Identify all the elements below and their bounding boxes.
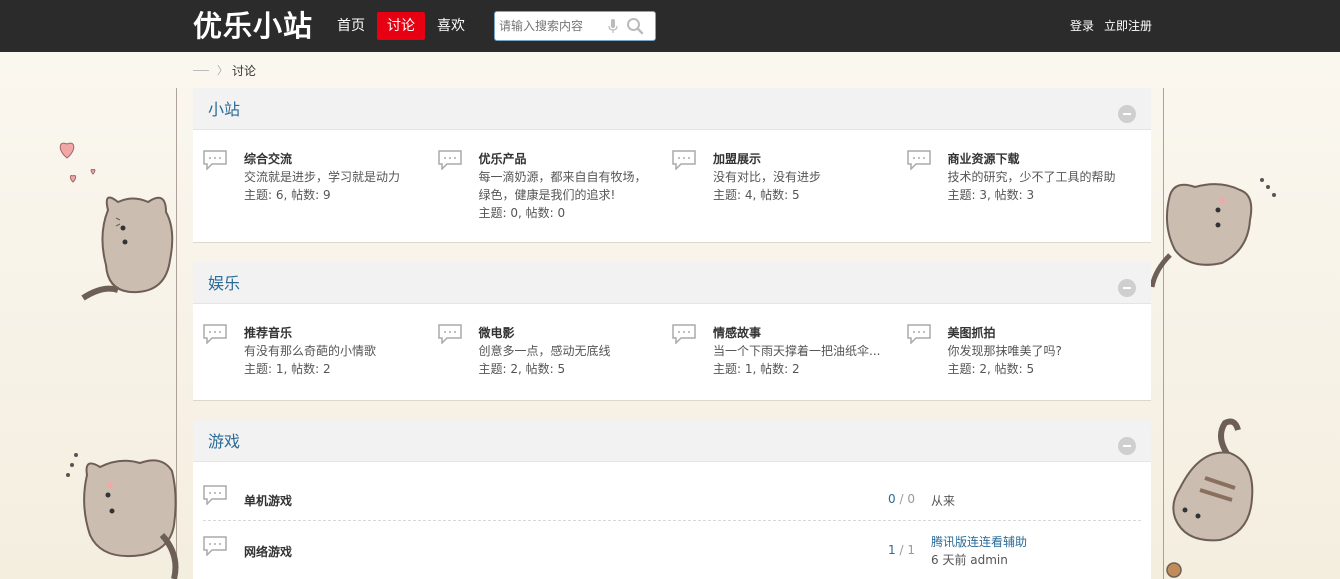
cat-right-bottom-illustration xyxy=(1166,418,1254,578)
forum-comment-icon xyxy=(203,485,227,505)
forum-index: 小站 综合交流 交流就是进步，学习就是动力 主题: 6, 帖数: 9 优乐产品 … xyxy=(193,88,1151,579)
last-post: 从来 xyxy=(931,494,956,508)
forum-comment-icon xyxy=(203,324,227,344)
search-box xyxy=(494,11,656,41)
category-title[interactable]: 小站 xyxy=(208,96,240,120)
forum-item[interactable]: 美图抓拍 你发现那抹唯美了吗? 主题: 2, 帖数: 5 xyxy=(897,322,1132,398)
forum-comment-icon xyxy=(437,324,462,344)
forum-row[interactable]: 单机游戏 0 / 0 从来 xyxy=(203,470,1141,520)
forum-description: 没有对比，没有进步 xyxy=(713,170,822,184)
forum-stats: 主题: 2, 帖数: 5 xyxy=(478,362,566,376)
collapse-icon[interactable] xyxy=(1118,279,1136,297)
post-count: 1 xyxy=(907,543,915,557)
cat-right-top-illustration xyxy=(1150,178,1276,288)
last-post: 腾讯版连连看辅助 6 天前 admin xyxy=(931,533,1027,569)
home-icon[interactable] xyxy=(193,69,209,71)
category-section: 游戏 单机游戏 0 / 0 从来 网络游戏 1 / 1 腾讯版连连看辅助 6 天… xyxy=(193,420,1151,579)
forum-comment-icon xyxy=(437,150,462,170)
forum-name[interactable]: 情感故事 xyxy=(713,324,897,342)
top-navigation-bar: 优乐小站 首页 讨论 喜欢 登录 立即注册 xyxy=(0,0,1340,52)
category-header: 小站 xyxy=(193,88,1151,130)
breadcrumb-separator-icon: 〉 xyxy=(217,64,228,77)
category-title[interactable]: 娱乐 xyxy=(208,270,240,294)
nav-home[interactable]: 首页 xyxy=(327,12,375,40)
forum-item[interactable]: 综合交流 交流就是进步，学习就是动力 主题: 6, 帖数: 9 xyxy=(193,148,428,242)
category-section: 娱乐 推荐音乐 有没有那么奇葩的小情歌 主题: 1, 帖数: 2 微电影 创意多… xyxy=(193,262,1151,400)
auth-links: 登录 立即注册 xyxy=(1070,17,1152,34)
register-link[interactable]: 立即注册 xyxy=(1104,17,1152,34)
thread-count: 0 xyxy=(888,492,896,506)
forum-comment-icon xyxy=(672,324,696,344)
forum-description: 你发现那抹唯美了吗? xyxy=(947,344,1062,358)
forum-description: 每一滴奶源，都来自自有牧场，绿色，健康是我们的追求! xyxy=(478,170,647,202)
forum-description: 技术的研究，少不了工具的帮助 xyxy=(947,170,1116,184)
forum-comment-icon xyxy=(906,324,931,344)
forum-comment-icon xyxy=(203,536,227,556)
breadcrumb: 〉 讨论 xyxy=(193,62,256,78)
forum-item[interactable]: 商业资源下载 技术的研究，少不了工具的帮助 主题: 3, 帖数: 3 xyxy=(897,148,1132,242)
main-nav: 首页 讨论 喜欢 xyxy=(327,12,477,40)
forum-name[interactable]: 美图抓拍 xyxy=(948,324,1132,342)
forum-list: 单机游戏 0 / 0 从来 网络游戏 1 / 1 腾讯版连连看辅助 6 天前 a… xyxy=(193,462,1151,570)
forum-comment-icon xyxy=(906,150,931,170)
forum-stats: 主题: 6, 帖数: 9 xyxy=(244,188,331,202)
forum-item[interactable]: 推荐音乐 有没有那么奇葩的小情歌 主题: 1, 帖数: 2 xyxy=(193,322,428,398)
forum-item[interactable]: 情感故事 当一个下雨天撑着一把油纸伞... 主题: 1, 帖数: 2 xyxy=(662,322,897,398)
forum-description: 创意多一点，感动无底线 xyxy=(478,344,611,358)
forum-name[interactable]: 推荐音乐 xyxy=(244,324,428,342)
last-post-meta: 6 天前 admin xyxy=(931,553,1008,567)
search-icon[interactable] xyxy=(626,17,644,35)
forum-name[interactable]: 优乐产品 xyxy=(479,150,663,168)
forum-grid: 推荐音乐 有没有那么奇葩的小情歌 主题: 1, 帖数: 2 微电影 创意多一点，… xyxy=(193,304,1151,398)
forum-row[interactable]: 网络游戏 1 / 1 腾讯版连连看辅助 6 天前 admin xyxy=(203,520,1141,570)
collapse-icon[interactable] xyxy=(1118,105,1136,123)
forum-stats: 主题: 1, 帖数: 2 xyxy=(244,362,331,376)
post-count: 0 xyxy=(907,492,915,506)
breadcrumb-current: 讨论 xyxy=(232,63,257,78)
forum-description: 交流就是进步，学习就是动力 xyxy=(244,170,401,184)
forum-comment-icon xyxy=(203,150,227,170)
forum-name[interactable]: 网络游戏 xyxy=(244,543,292,560)
thread-count: 1 xyxy=(888,543,896,557)
forum-stats: 主题: 0, 帖数: 0 xyxy=(478,206,566,220)
forum-counts: 1 / 1 xyxy=(888,543,915,557)
forum-comment-icon xyxy=(672,150,696,170)
forum-counts: 0 / 0 xyxy=(888,492,915,506)
nav-likes[interactable]: 喜欢 xyxy=(427,12,475,40)
forum-name[interactable]: 单机游戏 xyxy=(244,492,292,509)
cat-left-top-illustration xyxy=(81,196,174,301)
forum-item[interactable]: 优乐产品 每一滴奶源，都来自自有牧场，绿色，健康是我们的追求! 主题: 0, 帖… xyxy=(428,148,663,242)
forum-description: 有没有那么奇葩的小情歌 xyxy=(244,344,377,358)
cat-left-bottom-illustration xyxy=(66,453,179,579)
forum-name[interactable]: 综合交流 xyxy=(244,150,428,168)
forum-grid: 综合交流 交流就是进步，学习就是动力 主题: 6, 帖数: 9 优乐产品 每一滴… xyxy=(193,130,1151,242)
forum-name[interactable]: 加盟展示 xyxy=(713,150,897,168)
last-post-link[interactable]: 腾讯版连连看辅助 xyxy=(931,533,1027,551)
category-header: 游戏 xyxy=(193,420,1151,462)
forum-stats: 主题: 2, 帖数: 5 xyxy=(947,362,1035,376)
category-section: 小站 综合交流 交流就是进步，学习就是动力 主题: 6, 帖数: 9 优乐产品 … xyxy=(193,88,1151,242)
nav-discussion[interactable]: 讨论 xyxy=(377,12,425,40)
forum-item[interactable]: 微电影 创意多一点，感动无底线 主题: 2, 帖数: 5 xyxy=(428,322,663,398)
category-header: 娱乐 xyxy=(193,262,1151,304)
category-title[interactable]: 游戏 xyxy=(208,428,240,452)
forum-item[interactable]: 加盟展示 没有对比，没有进步 主题: 4, 帖数: 5 xyxy=(662,148,897,242)
forum-stats: 主题: 1, 帖数: 2 xyxy=(713,362,800,376)
site-logo[interactable]: 优乐小站 xyxy=(193,8,313,44)
search-input[interactable] xyxy=(499,17,605,35)
forum-description: 当一个下雨天撑着一把油纸伞... xyxy=(713,344,881,358)
forum-stats: 主题: 3, 帖数: 3 xyxy=(947,188,1035,202)
forum-name[interactable]: 商业资源下载 xyxy=(948,150,1132,168)
forum-name[interactable]: 微电影 xyxy=(479,324,663,342)
collapse-icon[interactable] xyxy=(1118,437,1136,455)
login-link[interactable]: 登录 xyxy=(1070,17,1094,34)
forum-stats: 主题: 4, 帖数: 5 xyxy=(713,188,800,202)
microphone-icon[interactable] xyxy=(608,18,618,34)
